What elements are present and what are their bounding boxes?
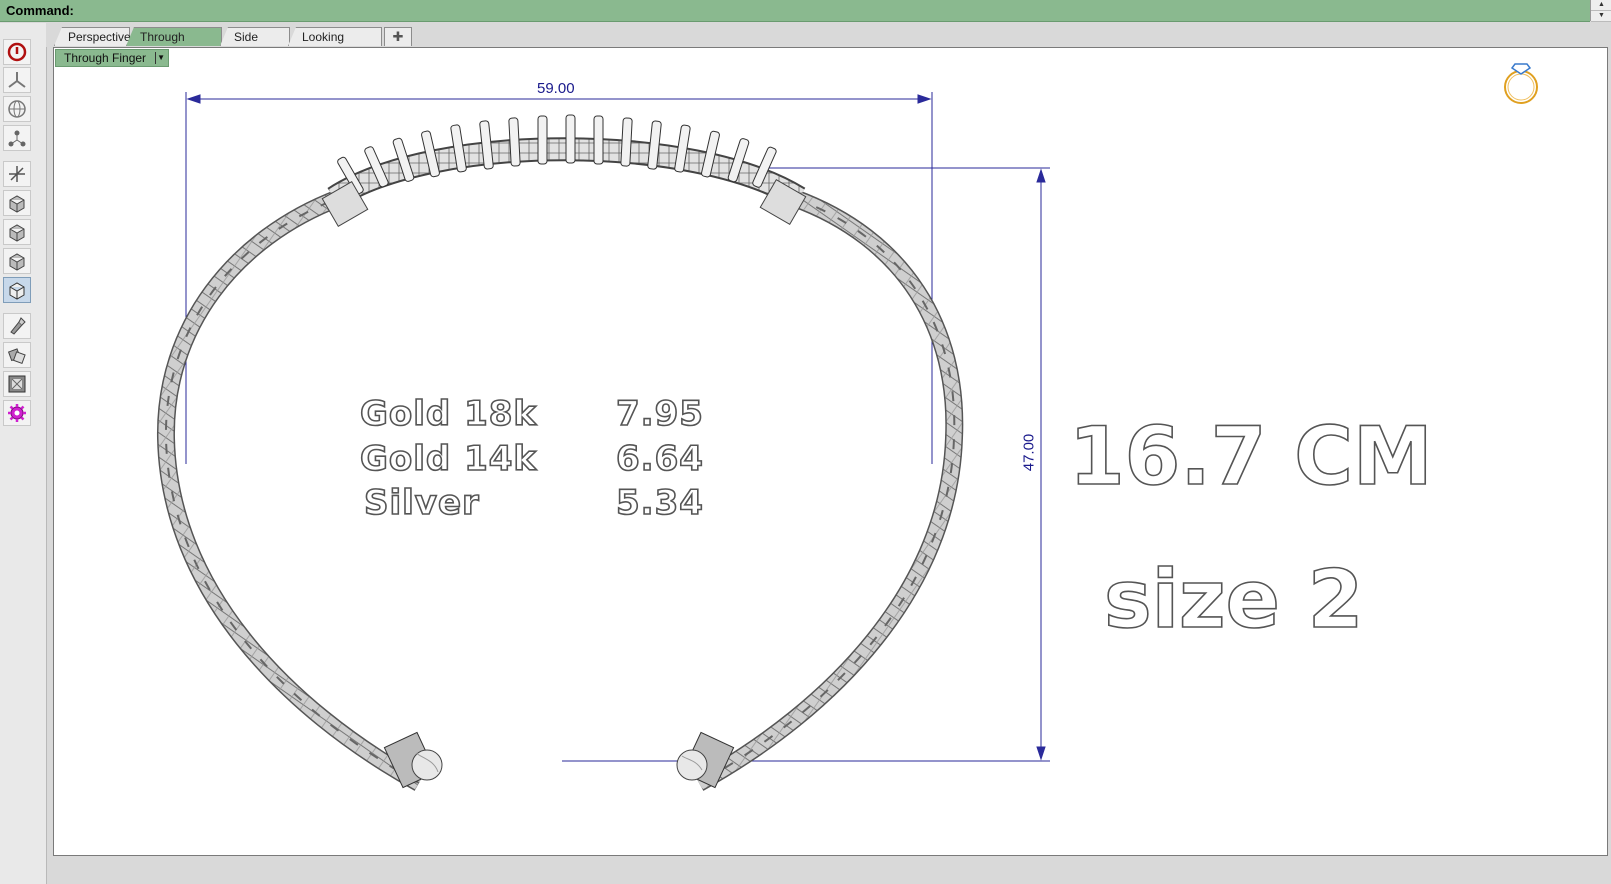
- shading-icon[interactable]: [3, 342, 31, 368]
- viewport-menu-chevron-icon[interactable]: ▼: [155, 52, 166, 64]
- weight-label-silver: Silver: [363, 482, 480, 524]
- box-view-icon[interactable]: [3, 219, 31, 245]
- construction-plane-icon[interactable]: [3, 67, 31, 93]
- scroll-up-icon[interactable]: ▲: [1591, 0, 1611, 11]
- tab-perspective[interactable]: Perspective: [54, 27, 130, 46]
- weight-value-silver: 5.34: [615, 482, 704, 524]
- height-dimension-label: 47.00: [1020, 433, 1038, 472]
- weight-label-gold18k: Gold 18k: [359, 393, 538, 435]
- viewport-title-label: Through Finger: [64, 51, 147, 65]
- box-view-icon[interactable]: [3, 190, 31, 216]
- scroll-down-icon[interactable]: ▼: [1591, 11, 1611, 22]
- add-tab-icon[interactable]: ✚: [384, 27, 412, 46]
- left-toolbar: [0, 23, 47, 884]
- power-icon[interactable]: [3, 39, 31, 65]
- through-finger-viewport[interactable]: Through Finger ▼ 59.00 47.00 Gold 18k 7.…: [53, 47, 1608, 856]
- tab-looking-down[interactable]: Looking Down: [288, 27, 382, 46]
- weight-value-gold18k: 7.95: [615, 393, 704, 435]
- weight-value-gold14k: 6.64: [615, 438, 704, 480]
- command-scroll[interactable]: ▲ ▼: [1590, 0, 1611, 22]
- viewport-tabs: Perspective Through Finger Side View Loo…: [46, 23, 1611, 47]
- weight-label-gold14k: Gold 14k: [359, 438, 538, 480]
- width-dimension-label: 59.00: [537, 80, 575, 97]
- box-view-active-icon[interactable]: [3, 277, 31, 303]
- command-label: Command:: [6, 3, 74, 18]
- nodes-icon[interactable]: [3, 125, 31, 151]
- ring-icon: [1504, 63, 1538, 104]
- paint-icon[interactable]: [3, 313, 31, 339]
- tab-through-finger[interactable]: Through Finger: [126, 27, 222, 46]
- command-bar[interactable]: Command:: [0, 0, 1590, 22]
- length-label: 16.7 CM: [1068, 409, 1433, 504]
- settings-gear-icon[interactable]: [3, 400, 31, 426]
- size-label: size 2: [1103, 552, 1364, 647]
- right-end-cap: [676, 731, 735, 789]
- bangle-model: [156, 114, 964, 791]
- axes-icon[interactable]: [3, 161, 31, 187]
- globe-icon[interactable]: [3, 96, 31, 122]
- render-icon[interactable]: [3, 371, 31, 397]
- left-end-cap: [383, 731, 443, 789]
- box-view-icon[interactable]: [3, 248, 31, 274]
- status-strip: [53, 856, 1606, 884]
- tab-side-view[interactable]: Side View: [220, 27, 290, 46]
- viewport-title[interactable]: Through Finger ▼: [55, 49, 170, 67]
